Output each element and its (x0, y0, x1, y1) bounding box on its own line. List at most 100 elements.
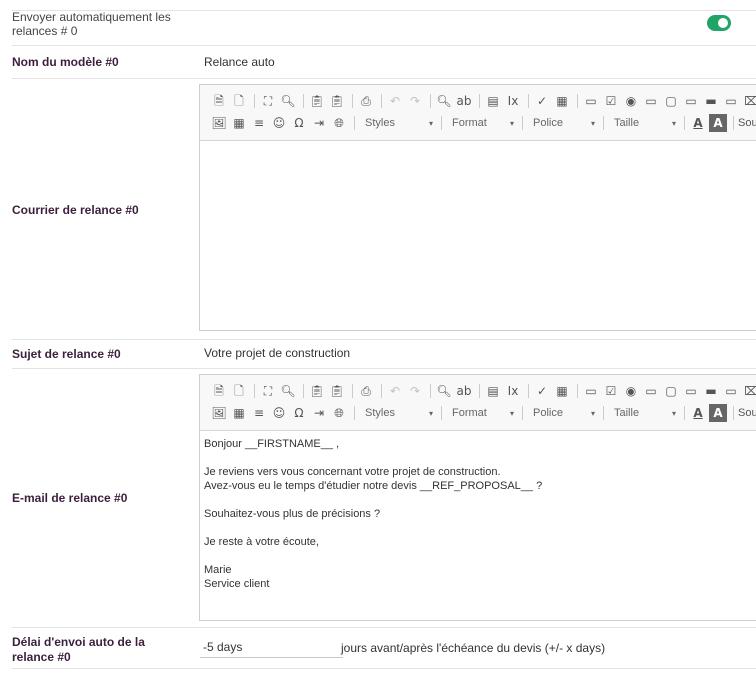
text-color-icon[interactable]: A (689, 114, 707, 132)
select-all-icon[interactable]: ▤ (484, 92, 502, 110)
image-button-icon[interactable]: ▭ (722, 382, 740, 400)
select-icon[interactable]: ▢ (662, 382, 680, 400)
template-name-value[interactable]: Relance auto (204, 55, 275, 69)
toolbar-separator (441, 406, 442, 420)
checkbox-icon[interactable]: ☑ (602, 92, 620, 110)
font-dropdown[interactable]: Police ▾ (527, 404, 599, 422)
source-button[interactable]: Sou (738, 117, 756, 129)
chevron-down-icon: ▾ (590, 118, 595, 128)
source-icon[interactable]: 🗎 (210, 382, 228, 400)
dropdown-icon[interactable]: ▭ (682, 382, 700, 400)
toolbar-separator (254, 94, 255, 108)
auto-send-label: Envoyer automatiquement les relances # 0 (12, 10, 171, 38)
letter-editor[interactable]: 🗎🗋⛶🔍︎📋︎📋︎⎙↶↷🔍︎ab▤Ix✓▦▭☑◉▭▢▭▬▭⌧ 🖼︎▦≡☺Ω⇥🌐︎… (199, 84, 756, 331)
form-icon[interactable]: ▦ (553, 382, 571, 400)
delay-input[interactable]: -5 days (200, 636, 343, 658)
letter-editor-content[interactable] (200, 141, 756, 329)
textarea-icon[interactable]: ▭ (642, 382, 660, 400)
text-color-icon[interactable]: A (689, 404, 707, 422)
preview-icon[interactable]: 🔍︎ (279, 382, 297, 400)
preview-icon[interactable]: 🔍︎ (279, 92, 297, 110)
bg-color-icon[interactable]: A (709, 404, 727, 422)
size-dropdown[interactable]: Taille ▾ (608, 404, 680, 422)
new-page-icon[interactable]: 🗋 (230, 92, 248, 110)
page-break-icon[interactable]: ⇥ (310, 114, 328, 132)
hidden-field-icon[interactable]: ⌧ (742, 92, 756, 110)
select-icon[interactable]: ▢ (662, 92, 680, 110)
toolbar-separator (430, 384, 431, 398)
find-icon[interactable]: 🔍︎ (435, 92, 453, 110)
maximize-icon[interactable]: ⛶ (259, 92, 277, 110)
toolbar-separator (733, 116, 734, 130)
toolbar-row-1: 🗎🗋⛶🔍︎📋︎📋︎⎙↶↷🔍︎ab▤Ix✓▦▭☑◉▭▢▭▬▭⌧ (210, 92, 756, 110)
styles-dropdown[interactable]: Styles ▾ (359, 114, 437, 132)
special-char-icon[interactable]: Ω (290, 404, 308, 422)
paste-word-icon[interactable]: 📋︎ (328, 92, 346, 110)
radio-icon[interactable]: ◉ (622, 92, 640, 110)
textfield-icon[interactable]: ▭ (582, 92, 600, 110)
paste-text-icon[interactable]: 📋︎ (308, 92, 326, 110)
iframe-icon[interactable]: 🌐︎ (330, 404, 348, 422)
email-editor[interactable]: 🗎🗋⛶🔍︎📋︎📋︎⎙↶↷🔍︎ab▤Ix✓▦▭☑◉▭▢▭▬▭⌧ 🖼︎▦≡☺Ω⇥🌐︎… (199, 374, 756, 621)
size-dropdown[interactable]: Taille ▾ (608, 114, 680, 132)
smiley-icon[interactable]: ☺ (270, 404, 288, 422)
new-page-icon[interactable]: 🗋 (230, 382, 248, 400)
horizontal-line-icon[interactable]: ≡ (250, 404, 268, 422)
toolbar-separator (733, 406, 734, 420)
special-char-icon[interactable]: Ω (290, 114, 308, 132)
print-icon[interactable]: ⎙ (357, 92, 375, 110)
iframe-icon[interactable]: 🌐︎ (330, 114, 348, 132)
checkbox-icon[interactable]: ☑ (602, 382, 620, 400)
undo-icon[interactable]: ↶ (386, 382, 404, 400)
page-break-icon[interactable]: ⇥ (310, 404, 328, 422)
textfield-icon[interactable]: ▭ (582, 382, 600, 400)
paste-word-icon[interactable]: 📋︎ (328, 382, 346, 400)
toolbar-row-2: 🖼︎ ▦ ≡ ☺ Ω ⇥ 🌐︎ Styles ▾ Format ▾ Police ▾ Taille ▾ A A S… (210, 404, 756, 422)
subject-value[interactable]: Votre projet de construction (204, 346, 350, 360)
button-icon[interactable]: ▬ (702, 382, 720, 400)
textarea-icon[interactable]: ▭ (642, 92, 660, 110)
remove-format-icon[interactable]: Ix (504, 92, 522, 110)
spellcheck-icon[interactable]: ✓ (533, 92, 551, 110)
email-editor-content[interactable]: Bonjour __FIRSTNAME__ , Je reviens vers … (200, 431, 756, 619)
format-dropdown[interactable]: Format ▾ (446, 114, 518, 132)
auto-send-toggle[interactable] (707, 15, 731, 31)
replace-icon[interactable]: ab (455, 92, 473, 110)
spellcheck-icon[interactable]: ✓ (533, 382, 551, 400)
toolbar-separator (528, 384, 529, 398)
form-icon[interactable]: ▦ (553, 92, 571, 110)
image-icon[interactable]: 🖼︎ (210, 404, 228, 422)
delay-label: Délai d'envoi auto de la relance #0 (12, 635, 145, 664)
image-button-icon[interactable]: ▭ (722, 92, 740, 110)
styles-dropdown[interactable]: Styles ▾ (359, 404, 437, 422)
redo-icon[interactable]: ↷ (406, 92, 424, 110)
horizontal-line-icon[interactable]: ≡ (250, 114, 268, 132)
dropdown-icon[interactable]: ▭ (682, 92, 700, 110)
toolbar-row-1: 🗎🗋⛶🔍︎📋︎📋︎⎙↶↷🔍︎ab▤Ix✓▦▭☑◉▭▢▭▬▭⌧ (210, 382, 756, 400)
button-icon[interactable]: ▬ (702, 92, 720, 110)
remove-format-icon[interactable]: Ix (504, 382, 522, 400)
undo-icon[interactable]: ↶ (386, 92, 404, 110)
source-icon[interactable]: 🗎 (210, 92, 228, 110)
format-dropdown[interactable]: Format ▾ (446, 404, 518, 422)
bg-color-icon[interactable]: A (709, 114, 727, 132)
replace-icon[interactable]: ab (455, 382, 473, 400)
redo-icon[interactable]: ↷ (406, 382, 424, 400)
source-button[interactable]: Sou (738, 407, 756, 419)
find-icon[interactable]: 🔍︎ (435, 382, 453, 400)
image-icon[interactable]: 🖼︎ (210, 114, 228, 132)
table-icon[interactable]: ▦ (230, 404, 248, 422)
radio-icon[interactable]: ◉ (622, 382, 640, 400)
select-all-icon[interactable]: ▤ (484, 382, 502, 400)
hidden-field-icon[interactable]: ⌧ (742, 382, 756, 400)
print-icon[interactable]: ⎙ (357, 382, 375, 400)
maximize-icon[interactable]: ⛶ (259, 382, 277, 400)
paste-text-icon[interactable]: 📋︎ (308, 382, 326, 400)
table-icon[interactable]: ▦ (230, 114, 248, 132)
toolbar-separator (354, 406, 355, 420)
toolbar-separator (479, 94, 480, 108)
subject-row (12, 339, 756, 368)
toolbar-separator (430, 94, 431, 108)
smiley-icon[interactable]: ☺ (270, 114, 288, 132)
font-dropdown[interactable]: Police ▾ (527, 114, 599, 132)
